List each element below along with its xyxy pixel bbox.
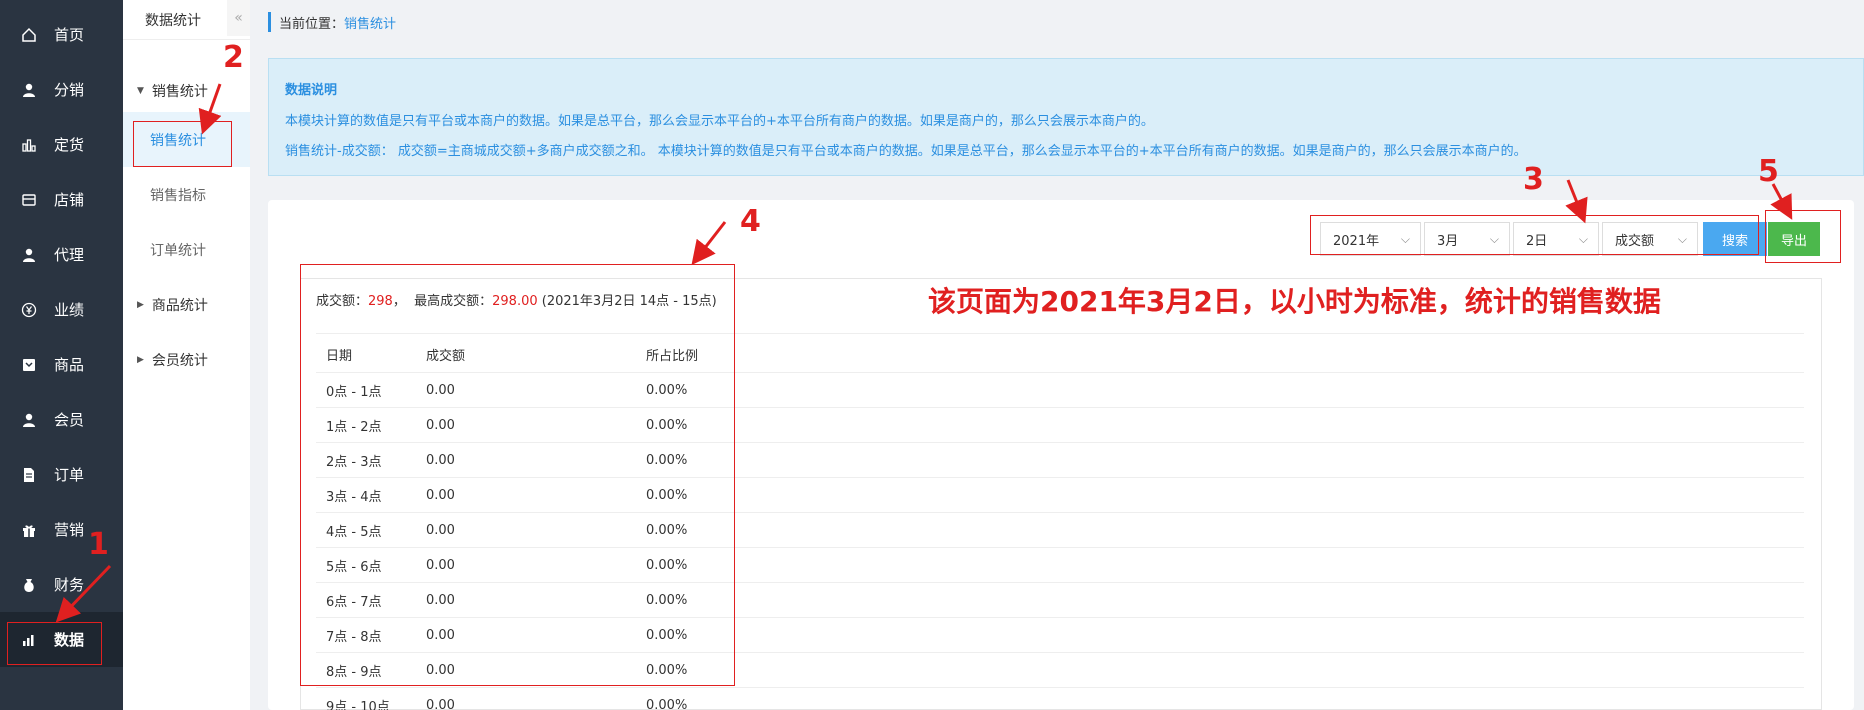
breadcrumb-prefix: 当前位置：: [279, 16, 345, 32]
annotation-number-5: 5: [1758, 154, 1779, 189]
nav-label: 业绩: [54, 301, 85, 319]
money-bag-icon: [20, 576, 38, 594]
home-icon: [20, 26, 38, 44]
submenu-group-member[interactable]: ▶ 会员统计: [123, 332, 250, 387]
submenu-item-sales-index[interactable]: 销售指标: [123, 167, 250, 222]
annotation-box-5: [1765, 210, 1841, 263]
nav-item-home[interactable]: 首页: [0, 7, 123, 62]
product-icon: [20, 356, 38, 374]
nav-label: 商品: [54, 356, 85, 374]
annotation-number-4: 4: [740, 204, 761, 239]
annotation-number-3: 3: [1523, 162, 1544, 197]
submenu-item-order-stats[interactable]: 订单统计: [123, 222, 250, 277]
nav-label: 代理: [54, 246, 85, 264]
annotation-number-1: 1: [88, 527, 109, 562]
annotation-box-1: [7, 622, 102, 665]
store-icon: [20, 191, 38, 209]
gift-icon: [20, 521, 38, 539]
nav-item-performance[interactable]: 业绩: [0, 282, 123, 337]
nav-item-product[interactable]: 商品: [0, 337, 123, 392]
user-icon: [20, 81, 38, 99]
nav-label: 定货: [54, 136, 85, 154]
submenu-group-label: 会员统计: [151, 352, 208, 369]
cell-ratio: 0.00%: [646, 697, 688, 710]
nav-item-order[interactable]: 订单: [0, 447, 123, 502]
yen-icon: [20, 301, 38, 319]
info-title: 数据说明: [285, 83, 338, 98]
annotation-box-2: [133, 121, 232, 167]
annotation-box-4: [300, 264, 735, 686]
caret-right-icon: ▶: [137, 299, 144, 310]
nav-item-agent[interactable]: 代理: [0, 227, 123, 282]
bar-chart-icon: [20, 136, 38, 154]
cell-hour: 9点 - 10点: [326, 699, 390, 710]
submenu-group-sales[interactable]: ▼ 销售统计: [123, 70, 250, 112]
nav-label: 财务: [54, 576, 85, 594]
nav-label: 订单: [54, 466, 85, 484]
nav-label: 会员: [54, 411, 85, 429]
secondary-submenu: 数据统计 « ▼ 销售统计 销售统计 销售指标 订单统计 ▶ 商品统计 ▶ 会员…: [123, 0, 250, 710]
breadcrumb-current[interactable]: 销售统计: [344, 13, 396, 32]
nav-label: 分销: [54, 81, 85, 99]
table-row: 9点 - 10点 0.00 0.00%: [316, 688, 1804, 710]
caret-down-icon: ▼: [137, 86, 144, 96]
user-icon: [20, 411, 38, 429]
nav-item-distribution[interactable]: 分销: [0, 62, 123, 117]
nav-item-finance[interactable]: 财务: [0, 557, 123, 612]
annotation-box-3: [1310, 215, 1759, 255]
info-line: 销售统计-成交额： 成交额=主商城成交额+多商户成交额之和。 本模块计算的数值是…: [285, 144, 1527, 159]
nav-label: 首页: [54, 26, 85, 44]
nav-label: 营销: [54, 521, 85, 539]
user-icon: [20, 246, 38, 264]
breadcrumb: 当前位置： 销售统计: [268, 12, 396, 32]
nav-item-order-goods[interactable]: 定货: [0, 117, 123, 172]
annotation-headline: 该页面为2021年3月2日，以小时为标准，统计的销售数据: [928, 285, 1661, 318]
document-icon: [20, 466, 38, 484]
nav-label: 店铺: [54, 191, 85, 209]
caret-right-icon: ▶: [137, 354, 144, 365]
submenu-group-product[interactable]: ▶ 商品统计: [123, 277, 250, 332]
submenu-group-label: 商品统计: [151, 297, 208, 314]
info-line: 本模块计算的数值是只有平台或本商户的数据。如果是总平台，那么会显示本平台的+本平…: [285, 114, 1154, 129]
nav-item-store[interactable]: 店铺: [0, 172, 123, 227]
nav-item-member[interactable]: 会员: [0, 392, 123, 447]
submenu-group-label: 销售统计: [151, 84, 208, 100]
collapse-icon[interactable]: «: [227, 0, 250, 36]
main-sidebar: 首页 分销 定货 店铺 代理 业绩 商品 会员 订单 营销 财务 数据: [0, 0, 123, 710]
cell-amount: 0.00: [426, 697, 455, 710]
annotation-number-2: 2: [223, 40, 244, 75]
data-description-box: 数据说明 本模块计算的数值是只有平台或本商户的数据。如果是总平台，那么会显示本平…: [268, 58, 1864, 176]
